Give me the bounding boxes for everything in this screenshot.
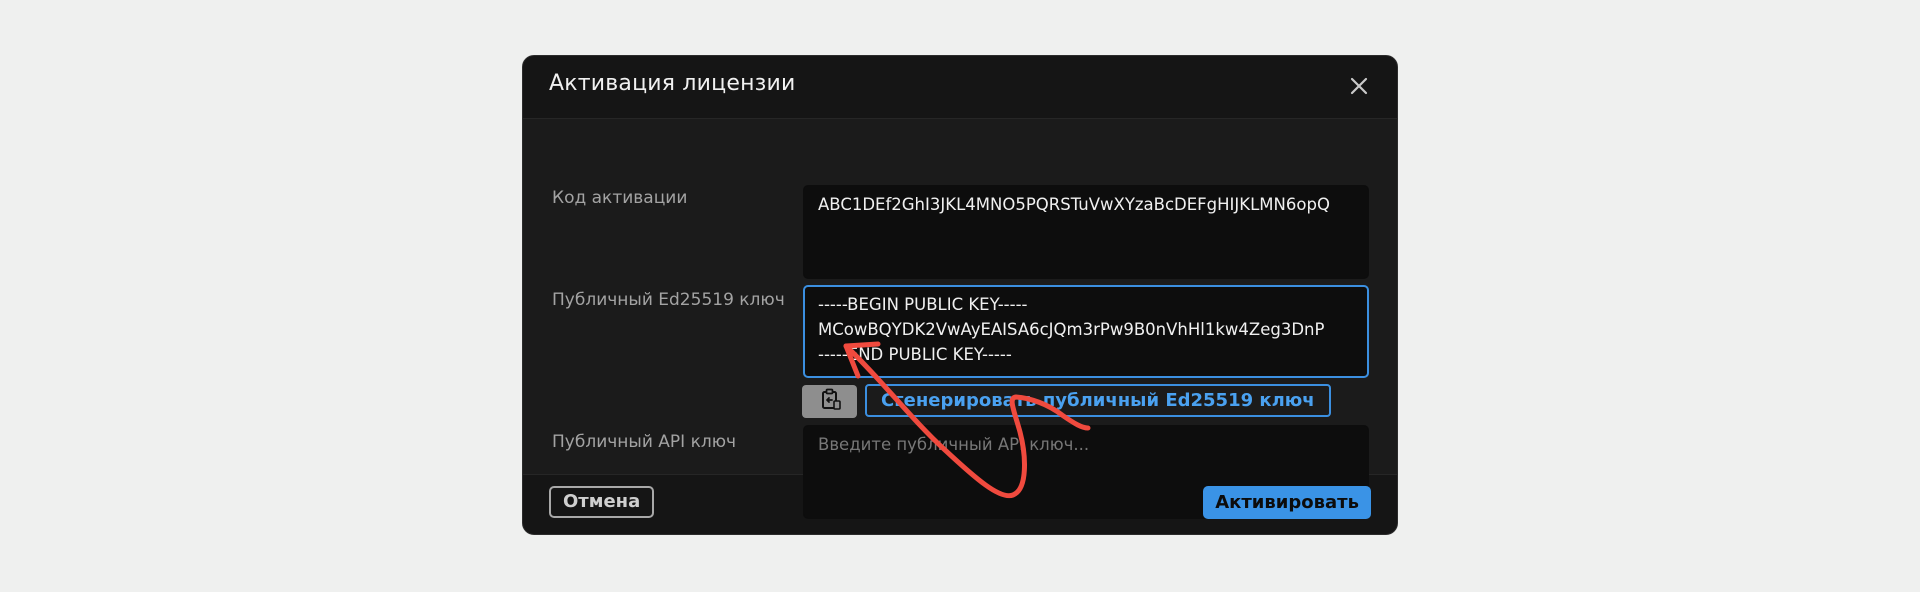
dialog-header: Активация лицензии (523, 56, 1397, 118)
clipboard-copy-icon (817, 387, 843, 417)
api-key-label: Публичный API ключ (552, 432, 737, 452)
generate-public-key-button[interactable]: Сгенерировать публичный Ed25519 ключ (865, 384, 1331, 417)
public-key-field[interactable]: -----BEGIN PUBLIC KEY----- MCowBQYDK2VwA… (803, 285, 1369, 378)
copy-key-button[interactable] (802, 385, 857, 418)
dialog-footer: Отмена Активировать (523, 473, 1397, 534)
dialog-body: Код активации ABC1DEf2GhI3JKL4MNO5PQRSTu… (523, 118, 1397, 519)
public-key-label: Публичный Ed25519 ключ (552, 290, 785, 310)
public-key-line: -----BEGIN PUBLIC KEY----- (818, 295, 1028, 314)
public-key-line: -----END PUBLIC KEY----- (818, 345, 1012, 364)
cancel-button[interactable]: Отмена (549, 486, 655, 518)
close-icon[interactable] (1347, 74, 1371, 98)
activation-code-field[interactable]: ABC1DEf2GhI3JKL4MNO5PQRSTuVwXYzaBcDEFgHI… (803, 185, 1369, 279)
activation-code-label: Код активации (552, 188, 688, 208)
activation-code-value: ABC1DEf2GhI3JKL4MNO5PQRSTuVwXYzaBcDEFgHI… (818, 195, 1330, 214)
public-key-line: MCowBQYDK2VwAyEAISA6cJQm3rPw9B0nVhHl1kw4… (818, 320, 1325, 339)
license-activation-dialog: Активация лицензии Код активации ABC1DEf… (522, 55, 1398, 535)
activate-button[interactable]: Активировать (1203, 486, 1371, 519)
dialog-title: Активация лицензии (549, 71, 796, 96)
page-background: Активация лицензии Код активации ABC1DEf… (0, 0, 1920, 592)
api-key-placeholder: Введите публичный API ключ... (818, 435, 1090, 454)
